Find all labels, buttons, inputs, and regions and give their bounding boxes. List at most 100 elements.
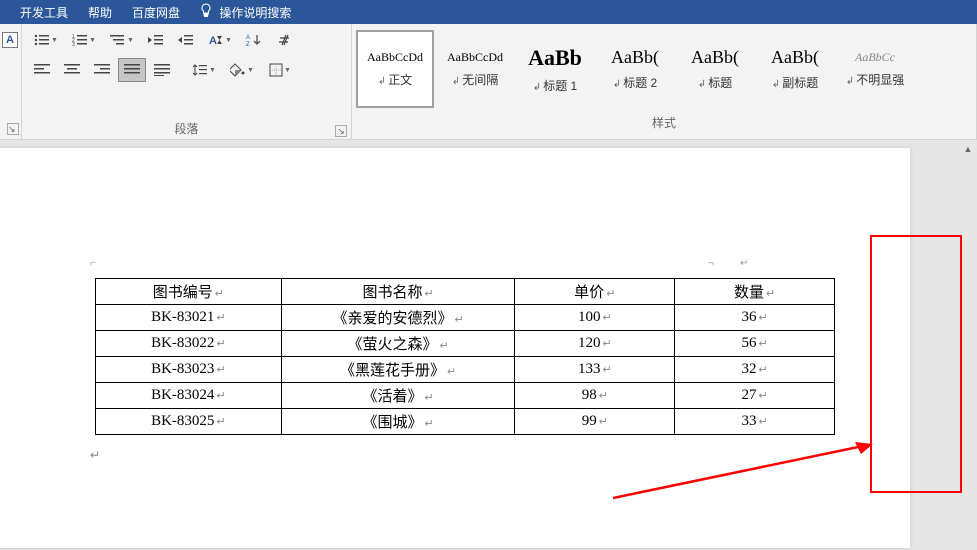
multilevel-list-button[interactable]: ▼ (104, 28, 140, 52)
style-card-4[interactable]: AaBb(↲标题 (676, 30, 754, 108)
svg-text:A: A (209, 35, 217, 47)
ruler-marks: ⌐ ¬ ↵ (60, 258, 850, 272)
enter-mark-icon: ↵ (599, 390, 608, 402)
table-cell[interactable]: 56↵ (675, 331, 835, 357)
table-cell[interactable]: BK-83021↵ (96, 305, 282, 331)
enter-mark-icon: ↵ (216, 416, 225, 428)
svg-text:3: 3 (72, 42, 75, 47)
show-marks-button[interactable] (270, 28, 298, 52)
menu-tell-me[interactable]: 操作说明搜索 (200, 3, 291, 21)
table-cell[interactable]: BK-83023↵ (96, 357, 282, 383)
style-card-0[interactable]: AaBbCcDd↲正文 (356, 30, 434, 108)
book-table[interactable]: 图书编号↵图书名称↵单价↵数量↵BK-83021↵《亲爱的安德烈》↵100↵36… (95, 278, 835, 435)
menu-dev-tools[interactable]: 开发工具 (20, 4, 68, 21)
table-row: BK-83022↵《萤火之森》↵120↵56↵ (96, 331, 835, 357)
vertical-scrollbar[interactable]: ▲ (959, 140, 977, 550)
table-cell[interactable]: 《活着》↵ (281, 383, 515, 409)
borders-button[interactable]: ▼ (262, 58, 298, 82)
enter-mark-icon: ↵ (424, 392, 433, 404)
enter-mark-icon: ↵ (447, 366, 456, 378)
enter-mark-icon: ↵ (758, 338, 767, 350)
numbering-button[interactable]: 123 ▼ (66, 28, 102, 52)
table-header-cell[interactable]: 数量↵ (675, 279, 835, 305)
align-left-button[interactable] (28, 58, 56, 82)
increase-indent-button[interactable] (172, 28, 200, 52)
style-label: ↲标题 2 (613, 74, 657, 91)
enter-mark-icon: ↵ (606, 288, 615, 300)
document-area[interactable]: ⌐ ¬ ↵ 图书编号↵图书名称↵单价↵数量↵BK-83021↵《亲爱的安德烈》↵… (0, 140, 977, 550)
enter-mark-icon: ↵ (454, 314, 463, 326)
page[interactable]: ⌐ ¬ ↵ 图书编号↵图书名称↵单价↵数量↵BK-83021↵《亲爱的安德烈》↵… (0, 148, 910, 548)
enter-mark-icon: ↵ (599, 416, 608, 428)
styles-group-label: 样式 (352, 114, 976, 133)
style-card-1[interactable]: AaBbCcDd↲无间隔 (436, 30, 514, 108)
paragraph-group-label: 段落 ↘ (22, 120, 351, 139)
scroll-up-icon[interactable]: ▲ (959, 140, 977, 158)
enter-mark-icon: ↵ (424, 288, 433, 300)
enter-mark-icon: ↵ (758, 312, 767, 324)
style-preview: AaBbCc (855, 50, 895, 65)
style-label: ↲标题 1 (533, 77, 577, 94)
style-preview: AaBb( (771, 47, 819, 68)
table-cell[interactable]: 《围城》↵ (281, 409, 515, 435)
table-cell[interactable]: 98↵ (515, 383, 675, 409)
svg-text:A: A (246, 35, 250, 41)
asian-layout-button[interactable]: A ▼ (202, 28, 238, 52)
sort-button[interactable]: AZ (240, 28, 268, 52)
style-card-5[interactable]: AaBb(↲副标题 (756, 30, 834, 108)
table-cell[interactable]: 99↵ (515, 409, 675, 435)
table-header-cell[interactable]: 图书名称↵ (281, 279, 515, 305)
dialog-launcher-icon[interactable]: ↘ (7, 123, 19, 135)
table-cell[interactable]: 100↵ (515, 305, 675, 331)
align-center-button[interactable] (58, 58, 86, 82)
table-cell[interactable]: BK-83024↵ (96, 383, 282, 409)
style-preview: AaBb( (611, 47, 659, 68)
align-justify-button[interactable] (118, 58, 146, 82)
enter-mark-icon: ↵ (216, 338, 225, 350)
enter-mark-icon: ↵ (602, 312, 611, 324)
table-header-cell[interactable]: 图书编号↵ (96, 279, 282, 305)
table-cell[interactable]: BK-83025↵ (96, 409, 282, 435)
enter-mark-icon: ↵ (758, 390, 767, 402)
table-cell[interactable]: 133↵ (515, 357, 675, 383)
style-label: ↲不明显强 (846, 71, 904, 88)
table-cell[interactable]: 27↵ (675, 383, 835, 409)
text-direction-icon[interactable]: A (2, 32, 18, 48)
table-cell[interactable]: 36↵ (675, 305, 835, 331)
align-right-button[interactable] (88, 58, 116, 82)
style-card-2[interactable]: AaBb↲标题 1 (516, 30, 594, 108)
enter-mark-icon: ↵ (602, 364, 611, 376)
table-cell[interactable]: 《萤火之森》↵ (281, 331, 515, 357)
table-cell[interactable]: BK-83022↵ (96, 331, 282, 357)
style-card-3[interactable]: AaBb( ↲标题 2 (596, 30, 674, 108)
table-cell[interactable]: 32↵ (675, 357, 835, 383)
table-cell[interactable]: 33↵ (675, 409, 835, 435)
style-preview: AaBb( (691, 47, 739, 68)
style-label: ↲无间隔 (452, 71, 498, 88)
style-card-6[interactable]: AaBbCc ↲不明显强 (836, 30, 914, 108)
shading-button[interactable]: ▼ (224, 58, 260, 82)
decrease-indent-button[interactable] (142, 28, 170, 52)
table-header-cell[interactable]: 单价↵ (515, 279, 675, 305)
bullets-button[interactable]: ▼ (28, 28, 64, 52)
enter-mark-icon: ↵ (216, 312, 225, 324)
table-cell[interactable]: 《亲爱的安德烈》↵ (281, 305, 515, 331)
line-spacing-button[interactable]: ▼ (186, 58, 222, 82)
ribbon: A ↘ ▼ 123 ▼ ▼ (0, 24, 977, 140)
table-row: BK-83025↵《围城》↵99↵33↵ (96, 409, 835, 435)
enter-mark-icon: ↵ (602, 338, 611, 350)
svg-text:Z: Z (246, 42, 250, 47)
table-cell[interactable]: 120↵ (515, 331, 675, 357)
menu-baidu[interactable]: 百度网盘 (132, 4, 180, 21)
table-header-row: 图书编号↵图书名称↵单价↵数量↵ (96, 279, 835, 305)
menu-help[interactable]: 帮助 (88, 4, 112, 21)
enter-mark-icon: ↵ (766, 288, 775, 300)
table-row: BK-83024↵《活着》↵98↵27↵ (96, 383, 835, 409)
dialog-launcher-icon[interactable]: ↘ (335, 125, 347, 137)
align-distribute-button[interactable] (148, 58, 176, 82)
table-cell[interactable]: 《黑莲花手册》↵ (281, 357, 515, 383)
paragraph-group: ▼ 123 ▼ ▼ A ▼ (22, 24, 352, 139)
ribbon-left-edge: A ↘ (0, 24, 22, 139)
table-row: BK-83021↵《亲爱的安德烈》↵100↵36↵ (96, 305, 835, 331)
styles-group: AaBbCcDd↲正文AaBbCcDd↲无间隔AaBb↲标题 1AaBb(↲标题… (352, 24, 977, 139)
